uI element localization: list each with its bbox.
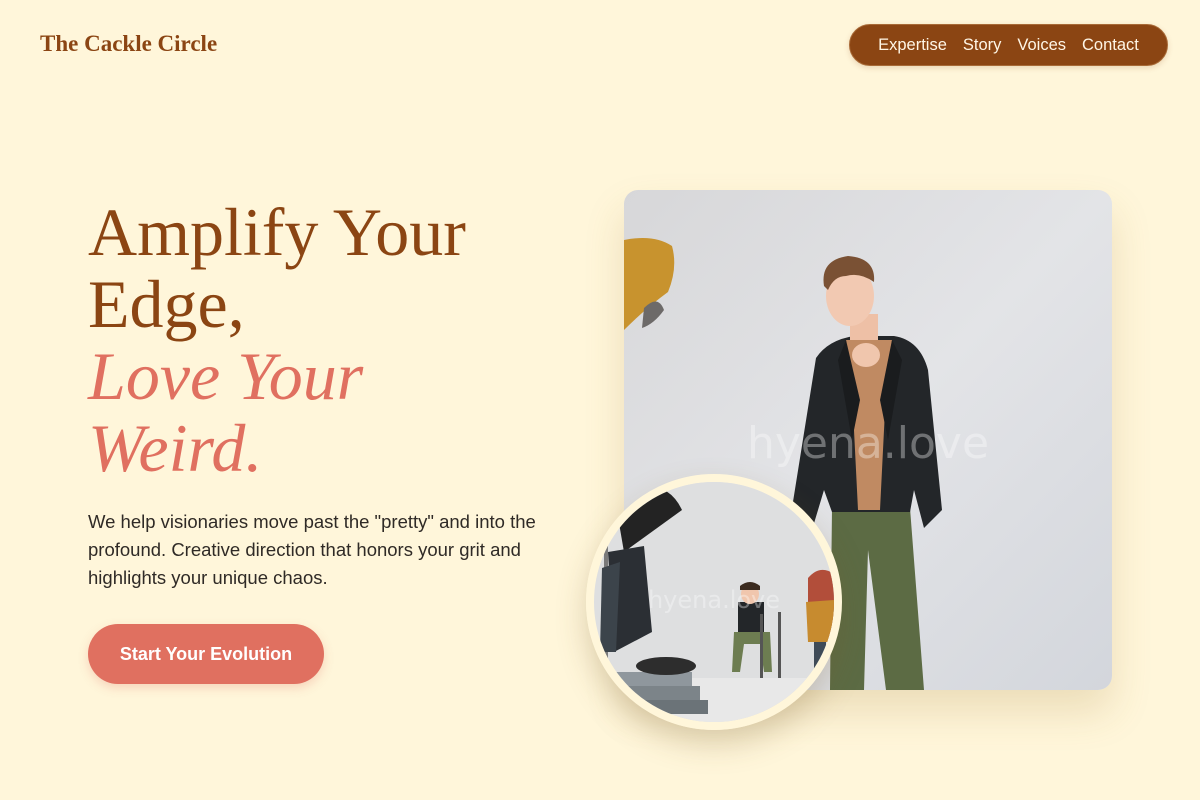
inset-photo-watermark: hyena.love <box>648 586 780 614</box>
headline-accent-line-1: Love Your <box>88 338 364 414</box>
start-evolution-button[interactable]: Start Your Evolution <box>88 624 324 684</box>
nav-voices[interactable]: Voices <box>1017 36 1066 55</box>
brand-logo[interactable]: The Cackle Circle <box>40 31 217 57</box>
headline-accent-line-2: Weird. <box>88 410 263 486</box>
nav-contact[interactable]: Contact <box>1082 36 1139 55</box>
hero-inset-photo: hyena.love <box>586 474 842 730</box>
nav-expertise[interactable]: Expertise <box>878 36 947 55</box>
headline-line-1: Amplify Your <box>88 194 466 270</box>
hero-headline: Amplify Your Edge, Love Your Weird. <box>88 196 558 484</box>
main-nav: Expertise Story Voices Contact <box>849 24 1168 66</box>
main-photo-watermark: hyena.love <box>747 418 989 469</box>
nav-story[interactable]: Story <box>963 36 1002 55</box>
hero-description: We help visionaries move past the "prett… <box>88 511 536 588</box>
headline-line-2: Edge, <box>88 266 245 342</box>
